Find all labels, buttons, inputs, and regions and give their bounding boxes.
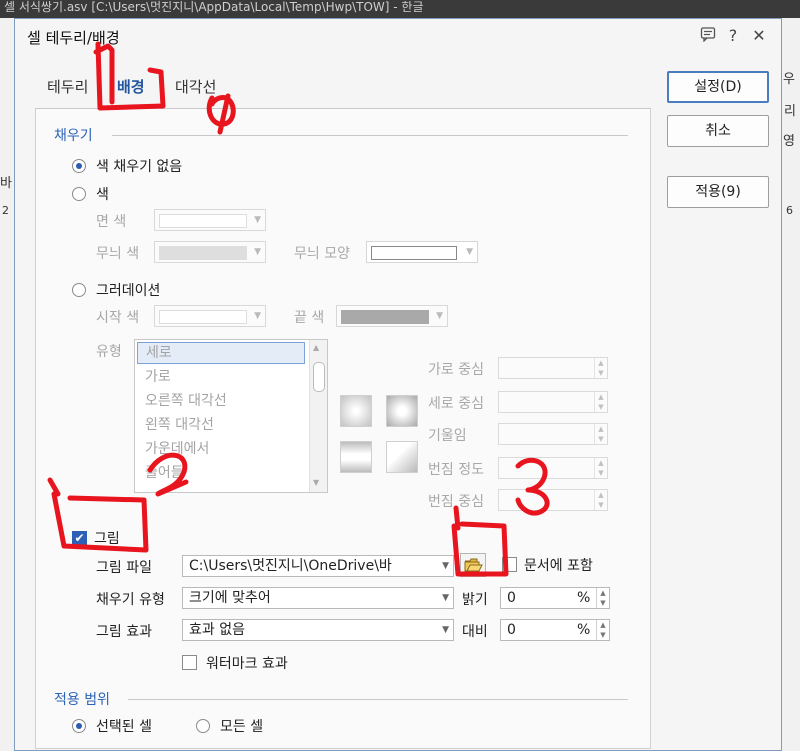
annotation-box	[47, 477, 149, 553]
annotation-number-1	[206, 93, 236, 135]
annotation-number-2	[147, 452, 189, 497]
red-annotation-overlay	[47, 41, 550, 577]
annotation-box	[93, 41, 166, 111]
annotation-box	[451, 505, 509, 577]
annotation-number-3	[515, 457, 550, 516]
